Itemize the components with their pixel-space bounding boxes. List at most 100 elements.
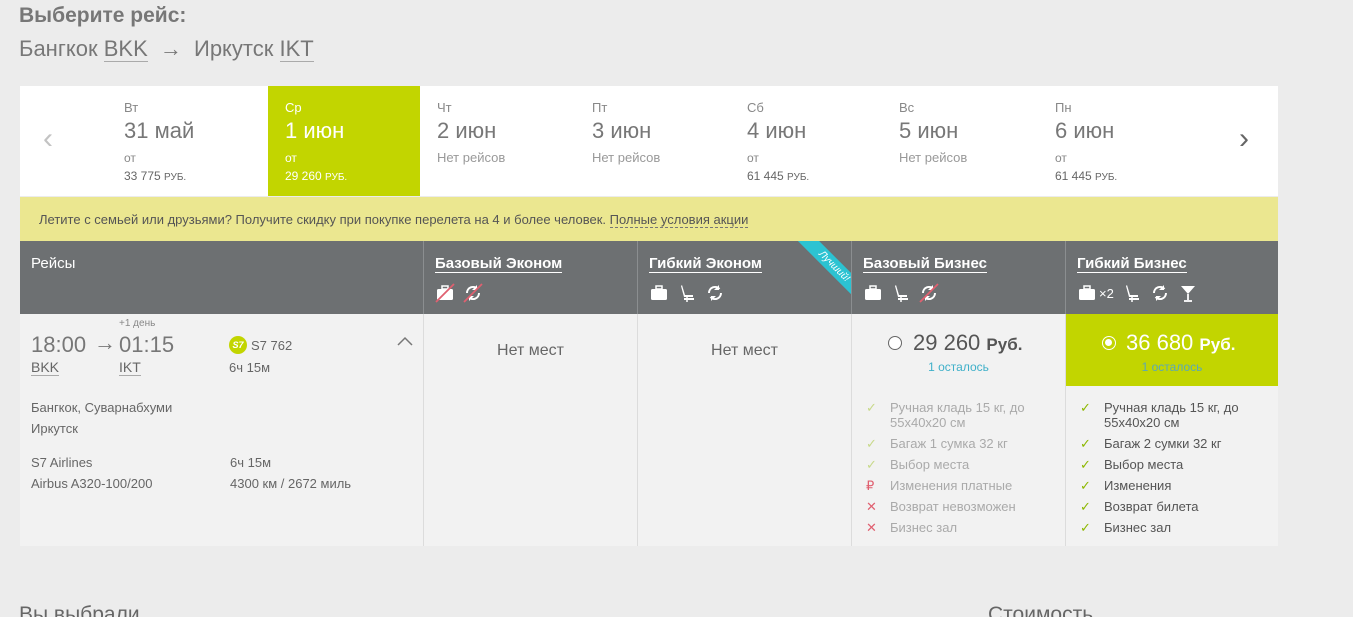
date-selector: ‹ Вт 31 май от 33 775 РУБ. Ср 1 июн от 2… xyxy=(20,86,1278,196)
feature-item: ✓ Выбор места xyxy=(866,457,970,472)
baggage-crossed-icon xyxy=(435,283,455,303)
feature-item: ✓ Багаж 2 сумки 32 кг xyxy=(1080,436,1222,451)
feature-item: ✓ Ручная кладь 15 кг, до 55х40х20 см xyxy=(866,400,1025,430)
arrow-right-icon: → xyxy=(94,330,116,355)
fare-cell-flex-economy: Нет мест xyxy=(637,314,851,546)
change-icon xyxy=(1150,283,1170,303)
day-date: 4 июн xyxy=(747,118,807,143)
no-seats-label: Нет мест xyxy=(711,342,778,359)
seat-icon xyxy=(677,283,697,303)
flight-details: +1 день 18:00 → 01:15 BKK IKT S7 S7 762 … xyxy=(20,314,423,546)
date-tab-5[interactable]: Вс 5 июн Нет рейсов xyxy=(882,86,1032,196)
flight-number: S7 762 xyxy=(251,338,293,353)
arrival-airport: Иркутск xyxy=(31,421,78,436)
feature-item: ✓ Возврат билета xyxy=(1080,499,1199,514)
seat-icon xyxy=(1122,283,1142,303)
fare-cell-base-business[interactable]: 29 260 Руб. 1 осталось ✓ Ручная кладь 15 … xyxy=(851,314,1065,546)
fare-features: ✓ Ручная кладь 15 кг, до 55х40х20 см ✓ Баг… xyxy=(866,400,1065,541)
promo-terms-link[interactable]: Полные условия акции xyxy=(609,212,749,228)
fare-radio[interactable] xyxy=(1102,336,1116,350)
feature-item: ₽ Изменения платные xyxy=(866,478,1013,493)
fare-amount: 36 680 Руб. xyxy=(1126,330,1236,355)
fare-name[interactable]: Базовый Бизнес xyxy=(863,255,987,273)
route: Бангкок BKK → Иркутск IKT xyxy=(19,36,314,62)
fare-radio[interactable] xyxy=(888,336,902,350)
change-crossed-icon xyxy=(919,283,939,303)
baggage-icon xyxy=(1077,283,1097,303)
flight-duration: 6ч 15м xyxy=(229,360,271,375)
change-crossed-icon xyxy=(463,283,483,303)
feature-item: ✕ Бизнес зал xyxy=(866,520,958,535)
day-price: 33 775 РУБ. xyxy=(124,169,187,183)
seats-left: 1 осталось xyxy=(1141,360,1203,374)
fare-cell-base-economy: Нет мест xyxy=(423,314,637,546)
feature-item: ✓ Багаж 1 сумка 32 кг xyxy=(866,436,1008,451)
route-arrow-icon: → xyxy=(159,36,182,61)
day-date: 31 май xyxy=(124,118,195,143)
fare-header-base-economy[interactable]: Базовый Эконом xyxy=(423,241,637,314)
prev-dates-icon[interactable]: ‹ xyxy=(43,124,53,154)
baggage-count: ×2 xyxy=(1099,285,1114,301)
arrival-code[interactable]: IKT xyxy=(119,359,141,376)
flights-header-label: Рейсы xyxy=(31,255,76,272)
day-date: 3 июн xyxy=(592,118,652,143)
feature-item: ✓ Изменения xyxy=(1080,478,1172,493)
day-price: 61 445 РУБ. xyxy=(747,169,810,183)
origin-code[interactable]: BKK xyxy=(103,36,148,62)
fare-header-flex-business[interactable]: Гибкий Бизнес ×2 xyxy=(1065,241,1278,314)
date-tab-1[interactable]: Ср 1 июн от 29 260 РУБ. xyxy=(268,86,420,196)
date-tab-0[interactable]: Вт 31 май от 33 775 РУБ. xyxy=(108,86,258,196)
from-label: от xyxy=(285,151,297,165)
day-date: 1 июн xyxy=(285,118,345,143)
day-of-week: Пт xyxy=(592,100,608,115)
promo-text: Летите с семьей или друзьями? Получите с… xyxy=(39,212,606,227)
fare-name[interactable]: Базовый Эконом xyxy=(435,255,563,273)
fare-header-base-business[interactable]: Базовый Бизнес xyxy=(851,241,1065,314)
date-tab-2[interactable]: Чт 2 июн Нет рейсов xyxy=(420,86,570,196)
fare-price-option-selected[interactable]: 36 680 Руб. 1 осталось xyxy=(1066,314,1278,386)
plus-day-label: +1 день xyxy=(119,318,156,329)
day-date: 5 июн xyxy=(899,118,959,143)
date-tab-4[interactable]: Сб 4 июн от 61 445 РУБ. xyxy=(730,86,880,196)
feature-item: ✓ Выбор места xyxy=(1080,457,1184,472)
seats-left: 1 осталось xyxy=(928,360,989,374)
page-title: Выберите рейс: xyxy=(19,4,187,27)
best-ribbon: Лучший! xyxy=(789,241,851,303)
check-icon: ✓ xyxy=(866,400,877,415)
from-label: от xyxy=(747,151,759,165)
change-icon xyxy=(705,283,725,303)
day-of-week: Сб xyxy=(747,100,764,115)
check-icon: ✓ xyxy=(1080,457,1091,472)
departure-airport: Бангкок, Суварнабхуми xyxy=(31,400,173,415)
date-tab-6[interactable]: Пн 6 июн от 61 445 РУБ. xyxy=(1038,86,1188,196)
promo-banner: Летите с семьей или друзьями? Получите с… xyxy=(20,197,1278,241)
ruble-icon: ₽ xyxy=(866,478,875,493)
fare-header-flex-economy[interactable]: Гибкий Эконом Лучший! xyxy=(637,241,851,314)
origin-city: Бангкок xyxy=(19,36,98,61)
fare-name[interactable]: Гибкий Бизнес xyxy=(1077,255,1187,273)
check-icon: ✓ xyxy=(866,457,877,472)
departure-code[interactable]: BKK xyxy=(31,359,60,376)
next-dates-icon[interactable]: › xyxy=(1239,124,1249,154)
check-icon: ✓ xyxy=(1080,520,1091,535)
cross-icon: ✕ xyxy=(866,499,877,514)
fare-price-option[interactable]: 29 260 Руб. 1 осталось xyxy=(852,314,1065,386)
airline-logo-icon: S7 xyxy=(229,336,247,354)
date-tab-3[interactable]: Пт 3 июн Нет рейсов xyxy=(575,86,725,196)
fare-name[interactable]: Гибкий Эконом xyxy=(649,255,762,273)
check-icon: ✓ xyxy=(1080,499,1091,514)
best-ribbon-label: Лучший! xyxy=(796,241,851,303)
collapse-chevron-icon[interactable] xyxy=(396,334,414,350)
dest-code[interactable]: IKT xyxy=(279,36,314,62)
airline-name: S7 Airlines xyxy=(31,455,93,470)
day-of-week: Чт xyxy=(437,100,452,115)
fare-amount: 29 260 Руб. xyxy=(913,330,1023,355)
no-flights-label: Нет рейсов xyxy=(437,150,506,165)
fare-features: ✓ Ручная кладь 15 кг, до 55х40х20 см ✓ Баг… xyxy=(1080,400,1278,541)
no-flights-label: Нет рейсов xyxy=(899,150,968,165)
flight-row: +1 день 18:00 → 01:15 BKK IKT S7 S7 762 … xyxy=(20,314,1278,546)
fare-cell-flex-business[interactable]: 36 680 Руб. 1 осталось ✓ Ручная кладь 15 … xyxy=(1065,314,1278,546)
cross-icon: ✕ xyxy=(866,520,877,535)
seat-icon xyxy=(891,283,911,303)
flight-duration-detail: 6ч 15м xyxy=(230,455,272,470)
